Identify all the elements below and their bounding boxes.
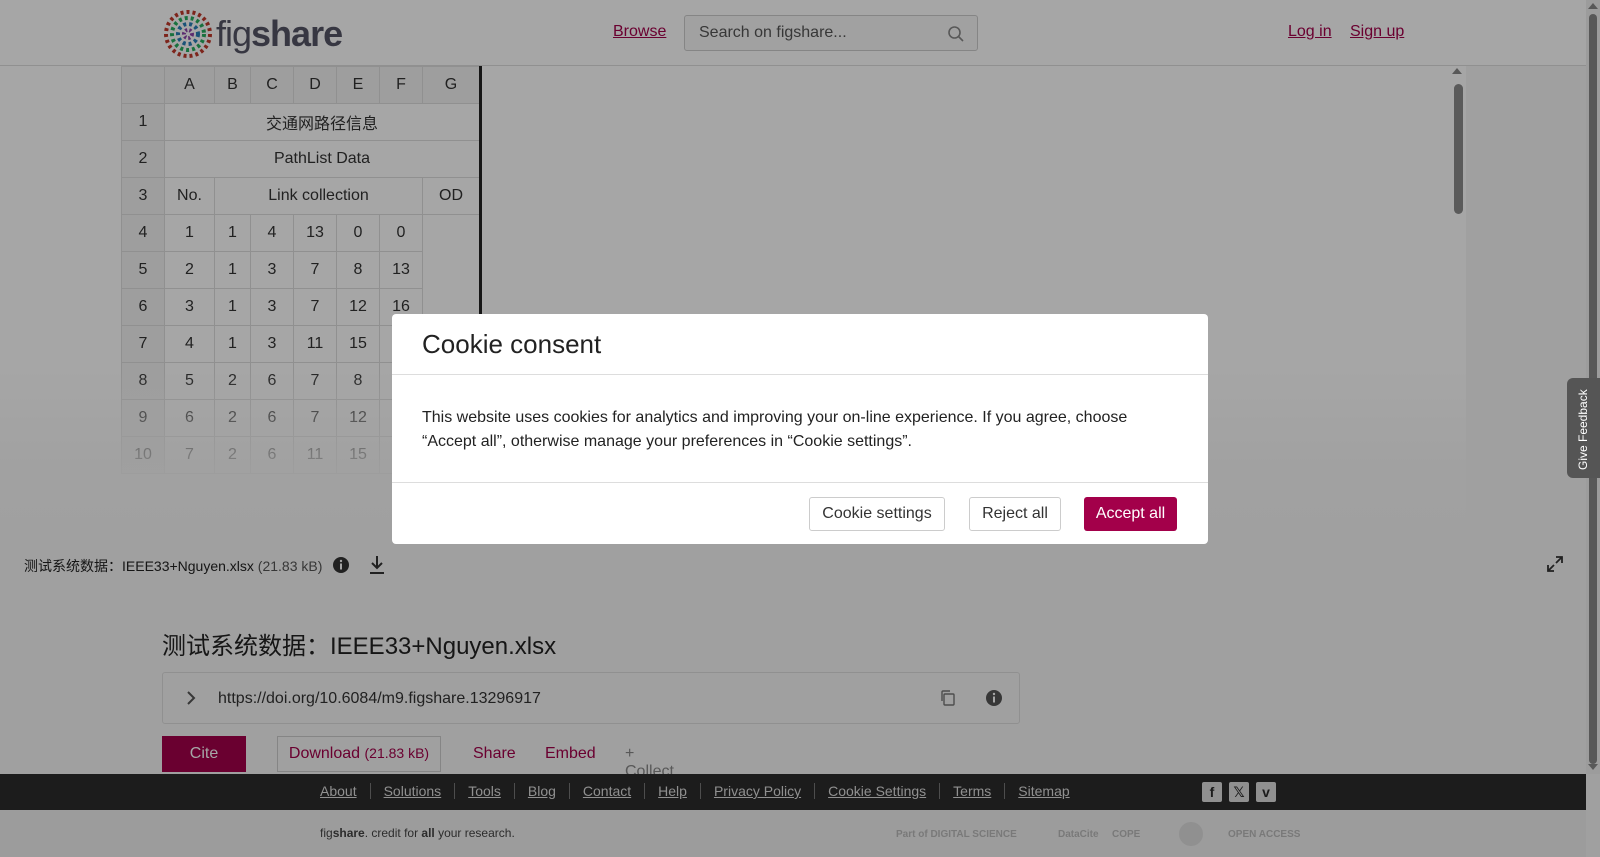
dialog-title: Cookie consent — [422, 329, 602, 359]
give-feedback-label: Give Feedback — [1576, 389, 1590, 470]
give-feedback-tab[interactable]: Give Feedback — [1567, 378, 1600, 478]
divider — [392, 374, 1208, 375]
accept-all-button[interactable]: Accept all — [1084, 497, 1177, 531]
dialog-body: This website uses cookies for analytics … — [422, 409, 1128, 450]
divider — [392, 482, 1208, 483]
cookie-consent-dialog: Cookie consent This website uses cookies… — [392, 314, 1208, 544]
cookie-settings-button[interactable]: Cookie settings — [809, 497, 945, 531]
reject-all-button[interactable]: Reject all — [969, 497, 1061, 531]
